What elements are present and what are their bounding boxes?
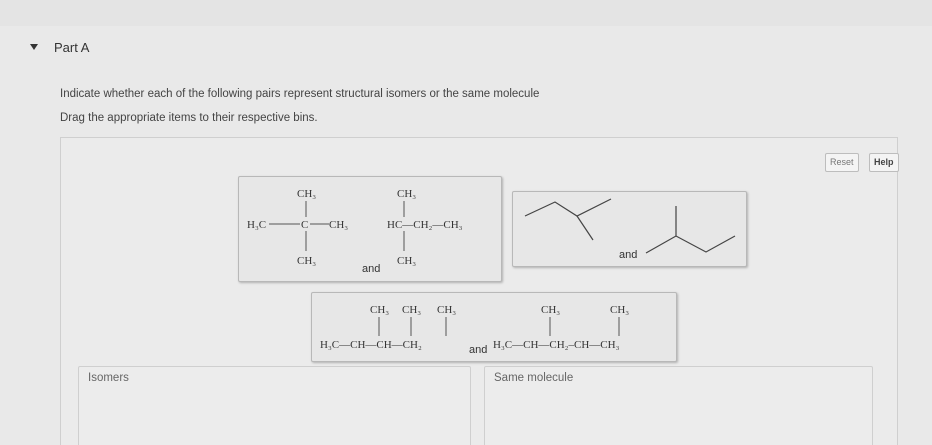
skeletal-molecule-b [645, 235, 736, 254]
draggable-card-pair-2[interactable]: and [512, 191, 747, 267]
card-3-structures: CH₃ CH₃ CH₃ H₃C—CH—CH—CH₂ and CH₃ CH₃ H₃… [320, 304, 629, 356]
molecule-a-substituent-3: CH₃ [437, 304, 456, 316]
bin-same-molecule[interactable]: Same molecule [484, 366, 873, 445]
bin-isomers[interactable]: Isomers [78, 366, 471, 445]
molecule-a-top-substituent: CH₃ [297, 188, 316, 200]
skeletal-molecule-a [524, 198, 612, 217]
molecule-b-substituent-2: CH₃ [610, 304, 629, 316]
drag-instruction-text: Drag the appropriate items to their resp… [60, 112, 318, 124]
card-1-structures: CH₃ H₃C C CH₃ CH₃ and CH₃ HC—CH₂—CH₃ CH₃ [247, 188, 463, 275]
instruction-text: Indicate whether each of the following p… [60, 88, 540, 100]
card-2-structures: and [524, 198, 736, 261]
molecule-a-bottom-substituent: CH₃ [297, 255, 316, 267]
molecule-b-bottom-substituent: CH₃ [397, 255, 416, 267]
molecule-a-chain: H₃C—CH—CH—CH₂ [320, 339, 422, 351]
molecule-a-left-group: H₃C [247, 219, 266, 231]
and-joiner: and [469, 344, 487, 356]
bin-isomers-label: Isomers [88, 372, 129, 384]
molecule-b-substituent-1: CH₃ [541, 304, 560, 316]
molecule-b-chain: H₃C—CH—CH₂–CH—CH₃ [493, 339, 620, 351]
skeletal-branch [576, 215, 594, 241]
molecule-a-center-atom: C [301, 219, 308, 231]
help-button[interactable]: Help [869, 153, 899, 172]
part-title: Part A [54, 39, 90, 55]
molecule-a-substituent-2: CH₃ [402, 304, 421, 316]
molecule-b-chain: HC—CH₂—CH₃ [387, 219, 463, 231]
molecule-b-top-substituent: CH₃ [397, 188, 416, 200]
and-joiner: and [362, 263, 380, 275]
reset-button[interactable]: Reset [825, 153, 859, 172]
molecule-a-right-group: CH₃ [329, 219, 348, 231]
draggable-card-pair-3[interactable]: CH₃ CH₃ CH₃ H₃C—CH—CH—CH₂ and CH₃ CH₃ H₃… [311, 292, 677, 362]
and-joiner: and [619, 249, 637, 261]
part-header[interactable]: Part A [30, 38, 89, 56]
bin-same-molecule-label: Same molecule [494, 372, 574, 384]
molecule-a-substituent-1: CH₃ [370, 304, 389, 316]
draggable-card-pair-1[interactable]: CH₃ H₃C C CH₃ CH₃ and CH₃ HC—CH₂—CH₃ CH₃ [238, 176, 502, 282]
top-band [0, 0, 932, 26]
collapse-caret-icon[interactable] [30, 44, 38, 50]
